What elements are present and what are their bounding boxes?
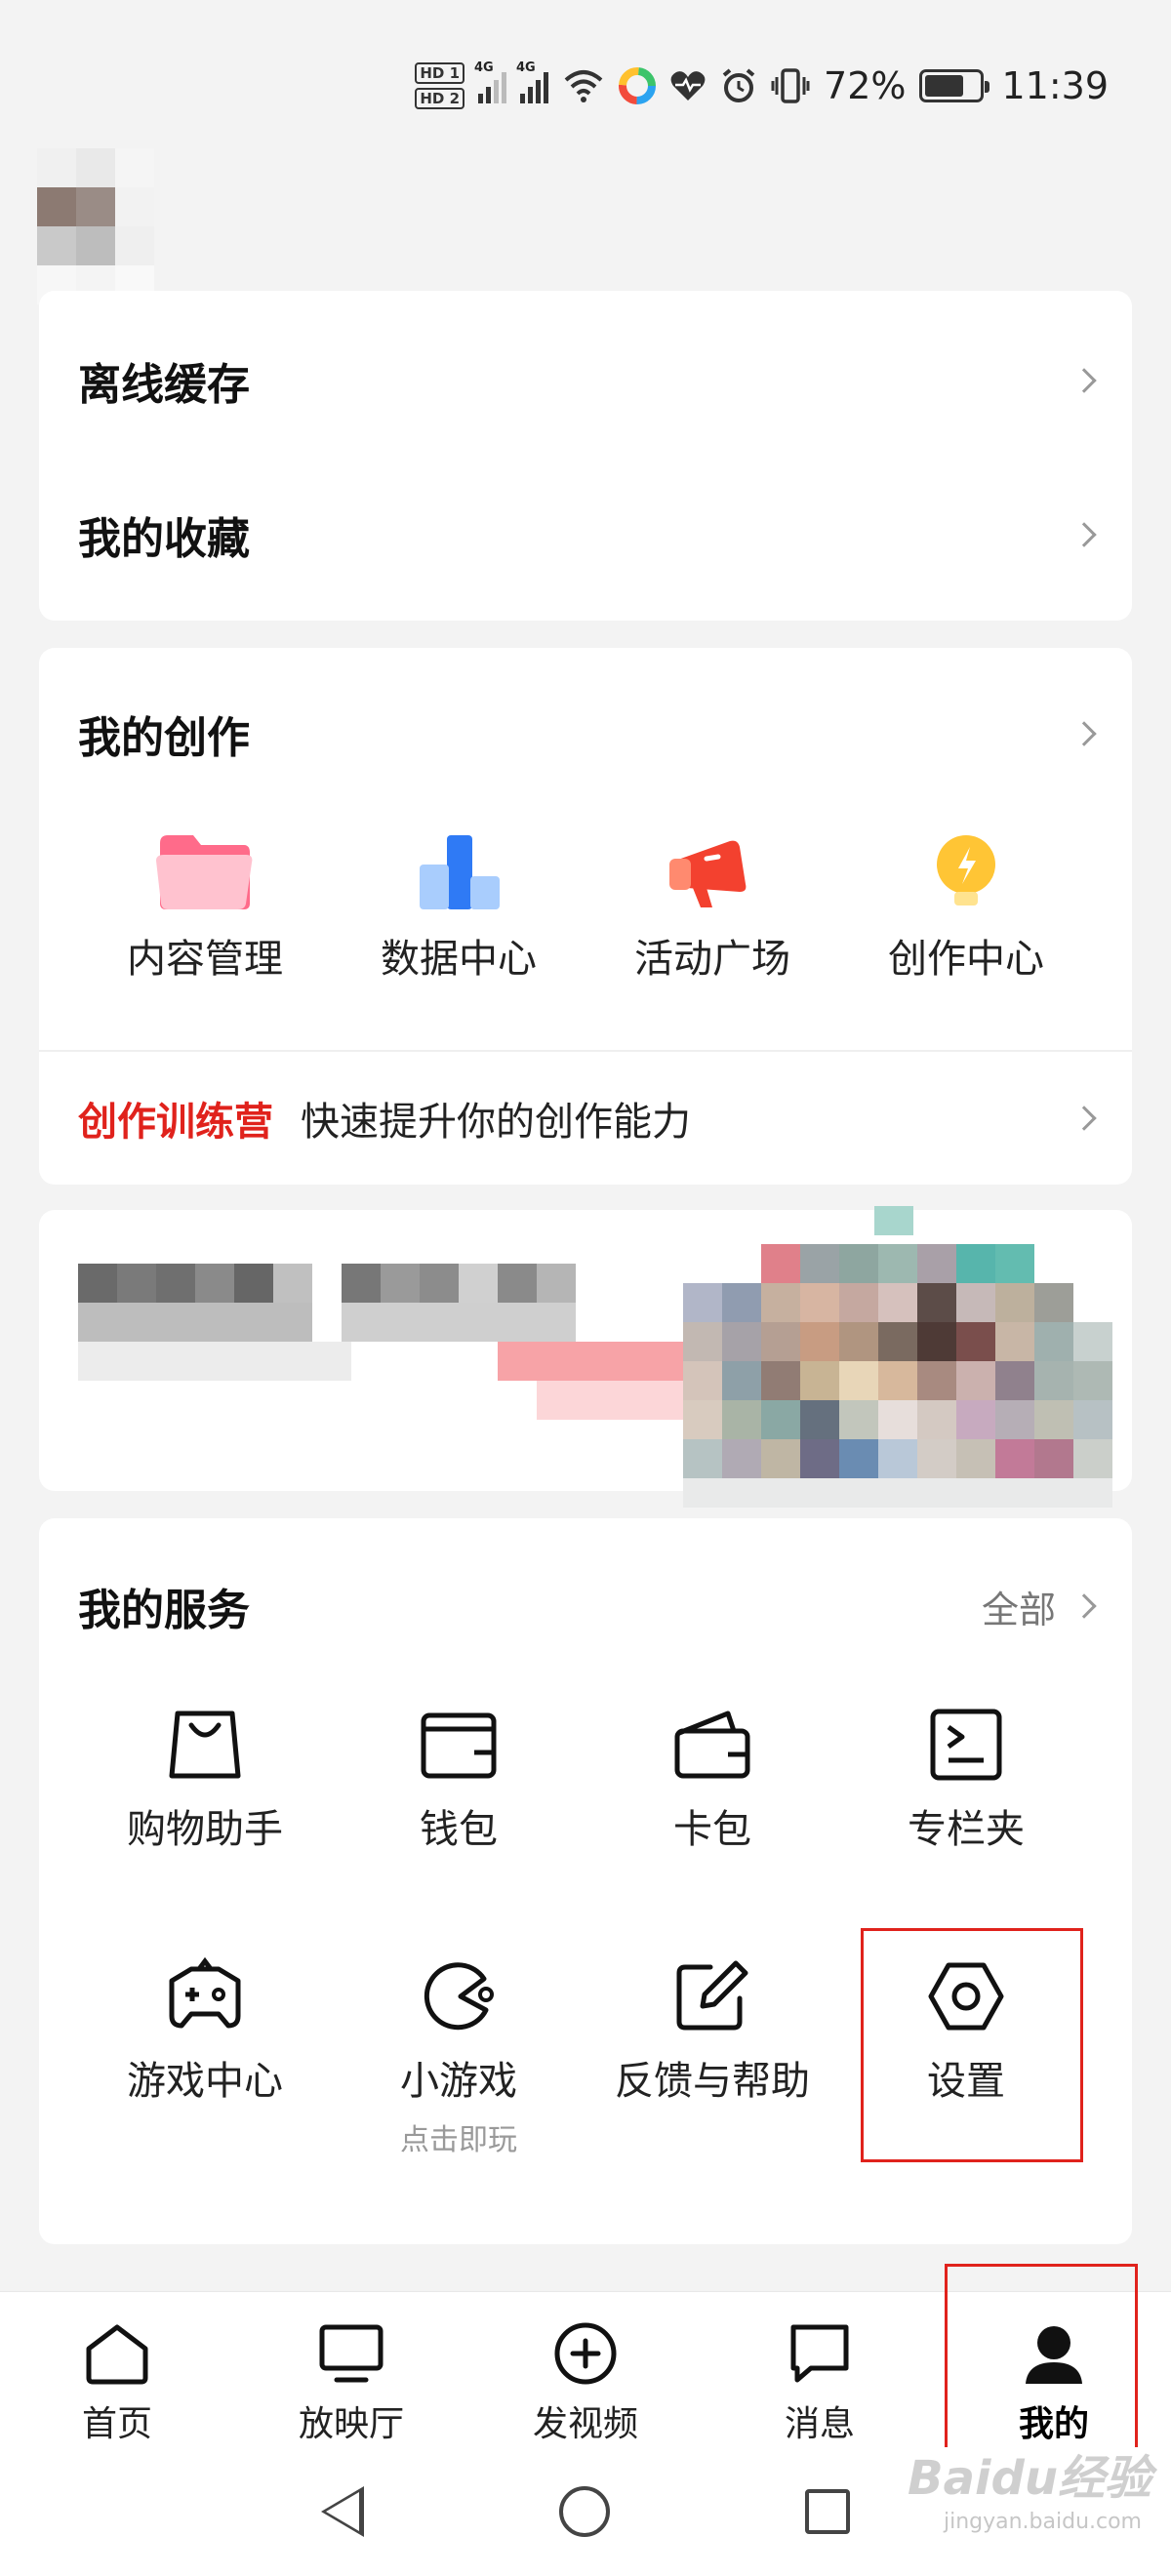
promo-banner[interactable] <box>39 1206 1132 1508</box>
feedback-help-label: 反馈与帮助 <box>615 2059 810 2104</box>
watermark-sub: jingyan.baidu.com <box>943 2510 1142 2534</box>
signal-icon-2: 4G <box>516 60 549 103</box>
services-title: 我的服务 <box>78 1586 250 1635</box>
nav-theater-label: 放映厅 <box>298 2404 404 2444</box>
card-wallet-icon <box>674 1711 750 1779</box>
divider <box>39 1050 1132 1052</box>
offline-cache-label: 离线缓存 <box>78 360 250 410</box>
camp-label: 创作训练营 <box>78 1100 273 1145</box>
nav-home-label: 首页 <box>81 2404 152 2444</box>
game-center-item[interactable]: 游戏中心 <box>78 1957 332 2158</box>
clock: 11:39 <box>1001 64 1109 107</box>
column-folder-icon <box>930 1709 1002 1781</box>
nav-messages-label: 消息 <box>784 2404 855 2444</box>
column-folder-item[interactable]: 专栏夹 <box>839 1706 1093 1854</box>
pixelated-banner-image <box>78 1206 1112 1508</box>
chevron-right-icon <box>1071 522 1097 547</box>
offline-cache-item[interactable]: 离线缓存 <box>78 342 1097 420</box>
creation-grid: 内容管理 数据中心 活动广场 创作中心 <box>78 831 1093 984</box>
nav-post-video-label: 发视频 <box>532 2404 638 2444</box>
favorites-label: 我的收藏 <box>78 514 250 564</box>
wallet-item[interactable]: 钱包 <box>332 1706 586 1854</box>
home-icon <box>86 2324 148 2385</box>
wifi-icon <box>564 70 603 102</box>
bar-chart-icon <box>420 835 500 909</box>
settings-highlight-box <box>861 1928 1083 2162</box>
shopping-assistant-label: 购物助手 <box>127 1807 283 1852</box>
lightbulb-icon <box>937 835 995 906</box>
creation-title: 我的创作 <box>78 713 250 763</box>
recent-apps-icon[interactable] <box>805 2489 850 2534</box>
pacman-icon <box>424 1962 494 2031</box>
alarm-icon <box>722 68 755 102</box>
chevron-right-icon <box>1071 1106 1097 1131</box>
folder-icon <box>156 835 253 909</box>
hd2-badge: HD 2 <box>415 88 465 109</box>
wallet-icon <box>421 1712 497 1779</box>
battery-icon <box>919 69 990 102</box>
services-header: 我的服务 全部 <box>78 1567 1097 1645</box>
message-icon <box>790 2324 849 2383</box>
services-row-1: 购物助手 钱包 卡包 专栏夹 <box>78 1706 1093 1854</box>
vibrate-icon <box>771 68 810 103</box>
mini-games-item[interactable]: 小游戏 点击即玩 <box>332 1957 586 2158</box>
data-center-item[interactable]: 数据中心 <box>332 831 586 984</box>
plus-circle-icon <box>554 2322 617 2385</box>
activity-plaza-label: 活动广场 <box>634 937 790 982</box>
hd-indicators: HD 1 HD 2 <box>415 62 465 109</box>
app-color-icon <box>619 67 657 104</box>
nav-post-video[interactable]: 发视频 <box>468 2292 703 2447</box>
chevron-right-icon <box>1071 1593 1097 1619</box>
mini-games-sublabel: 点击即玩 <box>400 2123 517 2157</box>
services-all-link[interactable]: 全部 <box>981 1580 1097 1633</box>
column-folder-label: 专栏夹 <box>908 1807 1025 1852</box>
data-center-label: 数据中心 <box>381 937 537 982</box>
quick-menu-card: 离线缓存 我的收藏 <box>39 291 1132 621</box>
creation-card: 我的创作 内容管理 数据中心 活动广场 创作中心 创作训练营 快速提升你的创作能… <box>39 648 1132 1185</box>
feedback-help-item[interactable]: 反馈与帮助 <box>586 1957 839 2158</box>
status-icons: HD 1 HD 2 4G 4G 72% 11:39 <box>415 59 1109 113</box>
content-management-label: 内容管理 <box>127 937 283 982</box>
favorites-item[interactable]: 我的收藏 <box>78 496 1097 574</box>
creation-header[interactable]: 我的创作 <box>78 695 1097 773</box>
card-wallet-item[interactable]: 卡包 <box>586 1706 839 1854</box>
creation-camp-banner[interactable]: 创作训练营 快速提升你的创作能力 <box>78 1067 1097 1169</box>
status-bar: HD 1 HD 2 4G 4G 72% 11:39 <box>0 0 1171 166</box>
battery-percent: 72% <box>824 64 907 107</box>
activity-plaza-item[interactable]: 活动广场 <box>586 831 839 984</box>
hd1-badge: HD 1 <box>415 62 465 84</box>
mini-games-label: 小游戏 <box>400 2059 517 2104</box>
watermark: Baidu经验 <box>908 2451 1151 2506</box>
signal-icon: 4G <box>474 60 507 103</box>
nav-home[interactable]: 首页 <box>0 2292 234 2447</box>
megaphone-icon <box>669 840 747 907</box>
gamepad-icon <box>169 1957 241 2029</box>
content-management-item[interactable]: 内容管理 <box>78 831 332 984</box>
home-circle-icon[interactable] <box>559 2486 610 2537</box>
edit-feedback-icon <box>676 1960 748 2031</box>
services-all-label: 全部 <box>981 1588 1056 1631</box>
chevron-right-icon <box>1071 368 1097 393</box>
camp-desc: 快速提升你的创作能力 <box>301 1100 691 1145</box>
avatar[interactable] <box>37 148 154 304</box>
health-icon <box>670 71 706 101</box>
wallet-label: 钱包 <box>420 1807 498 1852</box>
shopping-assistant-item[interactable]: 购物助手 <box>78 1706 332 1854</box>
nav-theater[interactable]: 放映厅 <box>234 2292 468 2447</box>
creator-center-item[interactable]: 创作中心 <box>839 831 1093 984</box>
game-center-label: 游戏中心 <box>127 2059 283 2104</box>
back-icon[interactable] <box>321 2486 364 2537</box>
nav-messages[interactable]: 消息 <box>703 2292 937 2447</box>
chevron-right-icon <box>1071 721 1097 746</box>
creator-center-label: 创作中心 <box>888 937 1044 982</box>
card-wallet-label: 卡包 <box>673 1807 751 1852</box>
tv-icon <box>319 2324 384 2383</box>
shopping-bag-icon <box>169 1711 241 1779</box>
